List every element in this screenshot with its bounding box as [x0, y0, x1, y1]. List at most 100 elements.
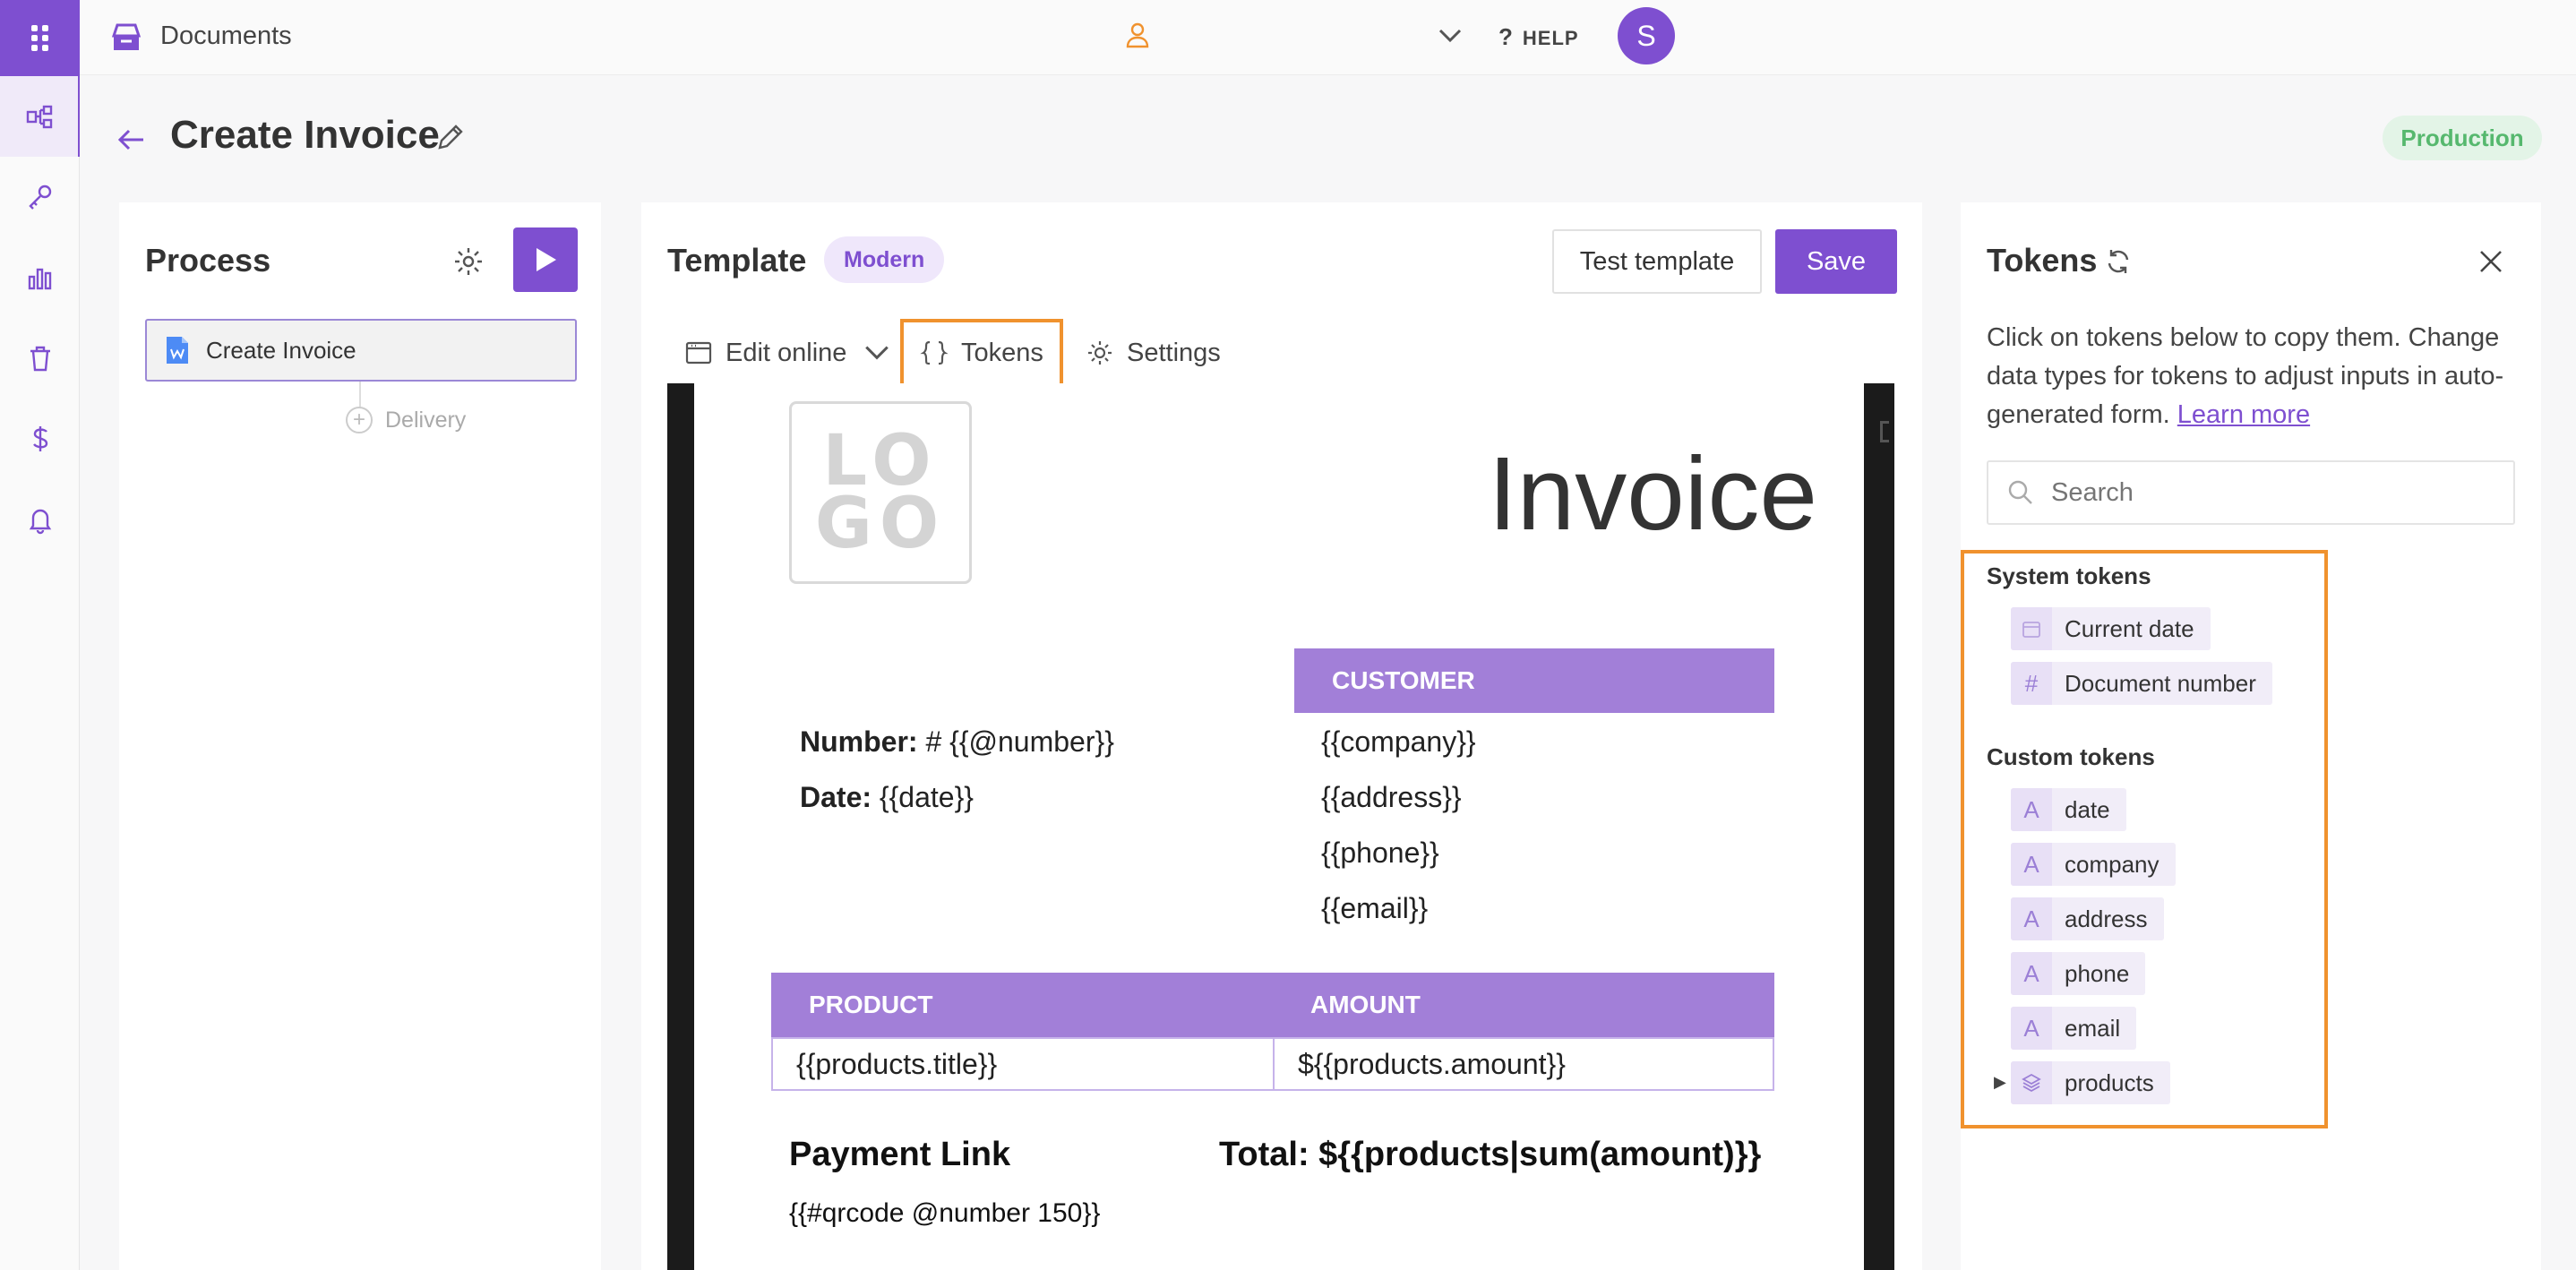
customer-header: CUSTOMER: [1294, 648, 1774, 713]
avatar[interactable]: S: [1618, 7, 1675, 64]
search-input[interactable]: [2051, 477, 2499, 508]
learn-more-link[interactable]: Learn more: [2177, 400, 2310, 429]
close-icon[interactable]: [2477, 247, 2505, 276]
template-title: Template: [667, 242, 807, 279]
nav-billing[interactable]: [0, 399, 80, 479]
bell-icon: [29, 509, 51, 535]
app-title: Documents: [160, 21, 292, 50]
token-current-date[interactable]: Current date: [2011, 607, 2211, 650]
top-bar: Documents ? HELP S: [80, 0, 2576, 75]
logo-placeholder: LO GO: [789, 401, 972, 584]
token-email[interactable]: A email: [2011, 1007, 2137, 1050]
step-label: Create Invoice: [206, 336, 356, 364]
delivery-label: Delivery: [385, 407, 467, 433]
token-label: Current date: [2065, 614, 2194, 642]
template-tabs: Edit online Tokens Settings: [641, 319, 1922, 387]
chevron-down-icon[interactable]: [863, 339, 891, 367]
document-page: LO GO Invoice CUSTOMER Number: # {{@numbe…: [694, 383, 1864, 1270]
google-doc-icon: [167, 337, 188, 364]
help-link[interactable]: ? HELP: [1498, 23, 1579, 51]
text-type-icon: A: [2011, 843, 2052, 886]
dollar-icon: [32, 426, 47, 451]
logo-text-bottom: GO: [814, 484, 947, 564]
tokens-title: Tokens: [1987, 242, 2098, 279]
table-row: {{products.title}} ${{products.amount}}: [771, 1037, 1774, 1091]
customer-phone: {{phone}}: [1321, 837, 1439, 869]
tokens-panel: Tokens Click on tokens below to copy the…: [1961, 202, 2541, 1270]
custom-tokens-title: Custom tokens: [1987, 743, 2155, 770]
token-label: email: [2065, 1014, 2121, 1042]
back-arrow-icon[interactable]: [115, 125, 147, 154]
workflow-icon: [26, 105, 52, 129]
expand-triangle-icon[interactable]: ▶: [1994, 1073, 2006, 1092]
nav-analytics[interactable]: [0, 237, 80, 318]
tab-settings[interactable]: Settings: [1086, 319, 1221, 387]
page-title: Create Invoice: [170, 113, 440, 157]
product-table-header: PRODUCT AMOUNT: [771, 973, 1774, 1037]
nav-workflows[interactable]: [0, 76, 80, 157]
gear-icon[interactable]: [452, 245, 485, 278]
tab-tokens-label: Tokens: [961, 338, 1043, 367]
nav-notifications[interactable]: [0, 479, 80, 560]
payment-qrcode-token: {{#qrcode @number 150}}: [789, 1198, 1101, 1228]
scroll-handle[interactable]: [1880, 421, 1889, 442]
total-line: Total: ${{products|sum(amount)}}: [1219, 1136, 1762, 1173]
refresh-icon[interactable]: [2104, 247, 2133, 276]
run-button[interactable]: [513, 227, 578, 292]
amount-header: AMOUNT: [1310, 991, 1421, 1018]
question-icon: ?: [1498, 23, 1514, 50]
left-rail: [0, 0, 80, 1270]
customer-address: {{address}}: [1321, 781, 1462, 813]
invoice-heading: Invoice: [1488, 435, 1817, 552]
token-label: date: [2065, 795, 2110, 823]
token-document-number[interactable]: # Document number: [2011, 662, 2272, 705]
text-type-icon: A: [2011, 788, 2052, 831]
play-icon: [537, 248, 556, 271]
key-icon: [28, 184, 51, 210]
token-date[interactable]: A date: [2011, 788, 2126, 831]
token-address[interactable]: A address: [2011, 897, 2164, 940]
plus-icon: +: [346, 407, 373, 433]
process-title: Process: [145, 242, 271, 279]
token-label: company: [2065, 850, 2160, 878]
process-step-create-invoice[interactable]: Create Invoice: [145, 319, 577, 382]
product-amount-cell: ${{products.amount}}: [1273, 1039, 1773, 1089]
test-template-button[interactable]: Test template: [1552, 229, 1762, 294]
user-icon[interactable]: [1122, 20, 1153, 50]
product-header: PRODUCT: [809, 991, 933, 1018]
token-label: address: [2065, 905, 2148, 932]
customer-email: {{email}}: [1321, 892, 1429, 924]
document-preview[interactable]: LO GO Invoice CUSTOMER Number: # {{@numbe…: [667, 383, 1894, 1270]
tab-settings-label: Settings: [1127, 338, 1221, 367]
nav-trash[interactable]: [0, 318, 80, 399]
apps-menu-button[interactable]: [0, 0, 80, 76]
number-value: # {{@number}}: [925, 725, 1114, 758]
documents-app-icon: [111, 23, 142, 50]
token-company[interactable]: A company: [2011, 843, 2176, 886]
search-icon: [2008, 480, 2032, 504]
tokens-description: Click on tokens below to copy them. Chan…: [1987, 319, 2524, 434]
trash-icon: [30, 346, 50, 372]
token-products[interactable]: products: [2011, 1061, 2170, 1104]
process-panel: Process Create Invoice + Delivery: [119, 202, 601, 1270]
nav-api-keys[interactable]: [0, 157, 80, 237]
save-button[interactable]: Save: [1775, 229, 1897, 294]
template-panel: Template Modern Test template Save Edit …: [641, 202, 1922, 1270]
number-label: Number:: [800, 725, 918, 758]
chevron-down-icon[interactable]: [1436, 25, 1464, 47]
hash-icon: #: [2011, 662, 2052, 705]
add-delivery-button[interactable]: + Delivery: [346, 407, 466, 433]
text-type-icon: A: [2011, 952, 2052, 995]
date-label: Date:: [800, 781, 872, 813]
date-line: Date: {{date}}: [800, 781, 974, 814]
product-table: PRODUCT AMOUNT {{products.title}} ${{pro…: [771, 973, 1774, 1091]
token-search[interactable]: [1987, 460, 2515, 525]
calendar-icon: [2011, 607, 2052, 650]
pencil-icon[interactable]: [435, 122, 466, 152]
token-phone[interactable]: A phone: [2011, 952, 2146, 995]
bar-chart-icon: [28, 268, 51, 290]
tab-edit-online-label: Edit online: [726, 338, 847, 367]
tab-tokens[interactable]: Tokens: [900, 319, 1063, 387]
tab-edit-online[interactable]: Edit online: [684, 319, 904, 387]
system-tokens-title: System tokens: [1987, 562, 2151, 589]
